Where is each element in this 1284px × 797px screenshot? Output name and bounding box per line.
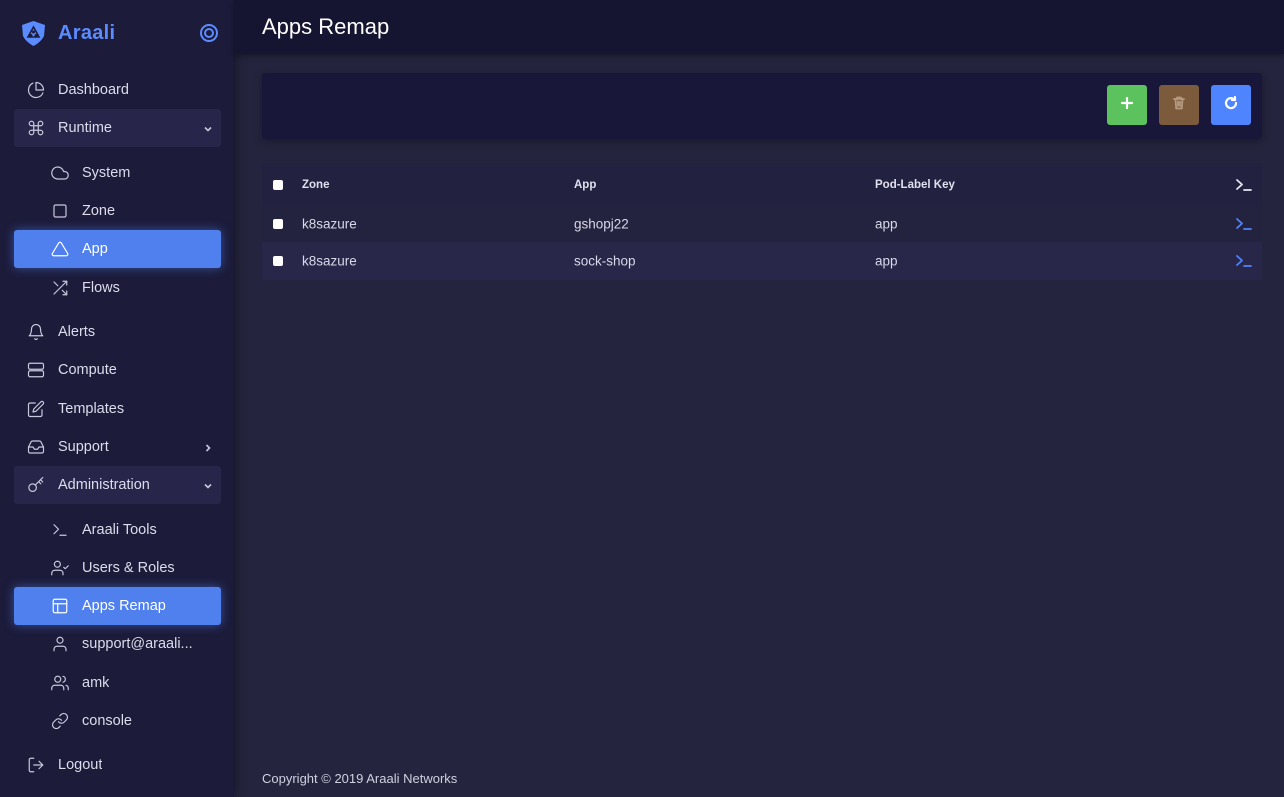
delete-button[interactable] — [1159, 85, 1199, 125]
refresh-icon — [1223, 95, 1239, 116]
brand-name: Araali — [58, 21, 116, 44]
shuffle-icon — [50, 278, 70, 298]
layout-icon — [50, 596, 70, 616]
cell-app: gshopj22 — [574, 216, 629, 232]
sidebar-item-zone[interactable]: Zone — [14, 192, 221, 230]
row-checkbox[interactable] — [273, 219, 283, 229]
terminal-icon[interactable] — [1235, 254, 1253, 268]
table-row: k8sazure sock-shop app — [262, 242, 1262, 280]
toolbar — [262, 73, 1262, 139]
pie-chart-icon — [26, 80, 46, 100]
plus-icon — [1119, 95, 1135, 116]
trash-icon — [1171, 95, 1187, 116]
select-all-checkbox[interactable] — [273, 180, 283, 190]
sidebar-item-amk[interactable]: amk — [14, 664, 221, 702]
user-check-icon — [50, 558, 70, 578]
araali-logo-icon — [20, 20, 47, 47]
sidebar-item-label: Dashboard — [58, 82, 129, 98]
sidebar-item-console[interactable]: console — [14, 702, 221, 740]
sidebar-item-users-roles[interactable]: Users & Roles — [14, 549, 221, 587]
server-icon — [26, 360, 46, 380]
sidebar-item-label: Logout — [58, 757, 103, 773]
terminal-icon — [50, 520, 70, 540]
table-row: k8sazure gshopj22 app — [262, 205, 1262, 243]
sidebar-item-administration[interactable]: Administration — [14, 466, 221, 504]
terminal-icon[interactable] — [1235, 217, 1253, 231]
sidebar-item-label: Templates — [58, 401, 125, 417]
sidebar-item-label: console — [82, 713, 132, 729]
cloud-icon — [50, 163, 70, 183]
sidebar-item-system[interactable]: System — [14, 154, 221, 192]
user-icon — [50, 634, 70, 654]
sidebar-item-logout[interactable]: Logout — [14, 746, 221, 784]
column-header-pod-label-key: Pod-Label Key — [875, 179, 955, 191]
inbox-icon — [26, 437, 46, 457]
page-title: Apps Remap — [262, 14, 390, 39]
sidebar-item-flows[interactable]: Flows — [14, 269, 221, 307]
terminal-icon[interactable] — [1235, 178, 1253, 192]
users-icon — [50, 673, 70, 693]
cell-app: sock-shop — [574, 253, 636, 269]
sidebar-item-araali-tools[interactable]: Araali Tools — [14, 511, 221, 549]
chevron-down-icon — [203, 122, 213, 132]
sidebar-item-dashboard[interactable]: Dashboard — [14, 71, 221, 109]
sidebar-item-runtime[interactable]: Runtime — [14, 109, 221, 147]
column-header-zone: Zone — [302, 179, 330, 191]
sidebar-item-label: Apps Remap — [82, 598, 166, 614]
sidebar-item-compute[interactable]: Compute — [14, 351, 221, 389]
table-header-row: Zone App Pod-Label Key — [262, 165, 1262, 205]
link-icon — [50, 711, 70, 731]
chevron-down-icon — [203, 479, 213, 489]
footer-copyright: Copyright © 2019 Araali Networks — [262, 771, 458, 786]
key-icon — [26, 475, 46, 495]
cell-pod-label-key: app — [875, 216, 898, 232]
sidebar-item-templates[interactable]: Templates — [14, 390, 221, 428]
sidebar-item-label: Compute — [58, 362, 117, 378]
bell-icon — [26, 322, 46, 342]
edit-icon — [26, 399, 46, 419]
brand: Araali — [0, 0, 234, 66]
sidebar-item-label: Runtime — [58, 120, 112, 136]
sidebar-item-label: Users & Roles — [82, 560, 175, 576]
sidebar-item-label: Zone — [82, 203, 116, 219]
sidebar-item-label: support@araali... — [82, 636, 193, 652]
column-header-app: App — [574, 179, 597, 191]
sidebar-item-label: Support — [58, 439, 109, 455]
cell-zone: k8sazure — [302, 216, 357, 232]
sidebar-item-support-user[interactable]: support@araali... — [14, 625, 221, 663]
sidebar-item-label: Administration — [58, 477, 150, 493]
sidebar-item-alerts[interactable]: Alerts — [14, 313, 221, 351]
sidebar-item-label: Alerts — [58, 324, 96, 340]
square-icon — [50, 201, 70, 221]
add-button[interactable] — [1107, 85, 1147, 125]
sidebar-item-label: System — [82, 165, 131, 181]
sidebar-item-label: Araali Tools — [82, 522, 157, 538]
logout-icon — [26, 755, 46, 775]
triangle-icon — [50, 239, 70, 259]
cell-pod-label-key: app — [875, 253, 898, 269]
row-checkbox[interactable] — [273, 256, 283, 266]
sidebar-item-support[interactable]: Support — [14, 428, 221, 466]
sidebar-toggle-icon[interactable] — [200, 24, 218, 42]
sidebar-item-apps-remap[interactable]: Apps Remap — [14, 587, 221, 625]
apps-table: Zone App Pod-Label Key k8sazure gshopj22… — [262, 163, 1262, 280]
command-icon — [26, 118, 46, 138]
header: Apps Remap — [234, 0, 1284, 54]
cell-zone: k8sazure — [302, 253, 357, 269]
sidebar: Araali Dashboard Runtime System Zone App… — [0, 0, 234, 797]
sidebar-item-app[interactable]: App — [14, 230, 221, 268]
sidebar-item-label: App — [82, 241, 108, 257]
sidebar-item-label: amk — [82, 675, 110, 691]
refresh-button[interactable] — [1211, 85, 1251, 125]
sidebar-item-label: Flows — [82, 280, 120, 296]
chevron-right-icon — [203, 441, 213, 452]
